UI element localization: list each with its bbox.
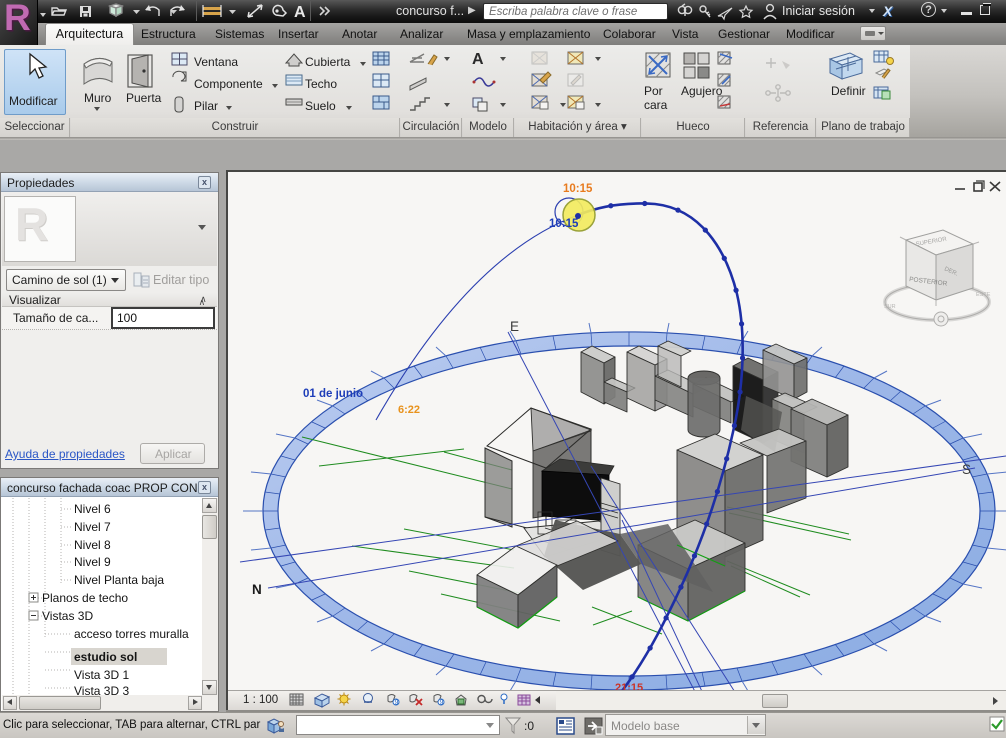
svg-text:Planos de techo: Planos de techo [42,591,128,605]
svg-text:Nivel 7: Nivel 7 [74,520,111,534]
svg-text:A: A [294,4,306,21]
svg-text:Nivel 8: Nivel 8 [74,538,111,552]
svg-text:21:15: 21:15 [615,682,643,690]
svg-text:Vista 3D 1: Vista 3D 1 [74,668,129,682]
svg-text:9: 9 [395,700,399,707]
svg-text:10:15: 10:15 [563,183,593,195]
svg-text:A: A [472,51,484,68]
svg-text:ESTE: ESTE [976,292,991,298]
svg-text:Vista 3D 3: Vista 3D 3 [74,684,129,695]
svg-text:SUR: SUR [884,304,896,310]
svg-text:01 de junio: 01 de junio [303,388,363,400]
svg-text:Nivel 6: Nivel 6 [74,502,111,516]
svg-text:10:15: 10:15 [549,218,579,230]
svg-text:N: N [252,582,262,597]
svg-text:S: S [962,462,971,477]
svg-text:Nivel Planta baja: Nivel Planta baja [74,573,164,587]
svg-text:estudio sol: estudio sol [74,650,137,664]
svg-text:Nivel 9: Nivel 9 [74,555,111,569]
svg-text:acceso torres muralla: acceso torres muralla [74,627,189,641]
svg-text:E: E [510,319,519,334]
svg-text:Vistas 3D: Vistas 3D [42,609,93,623]
svg-text:9: 9 [440,700,444,707]
svg-text:6:22: 6:22 [398,404,420,416]
